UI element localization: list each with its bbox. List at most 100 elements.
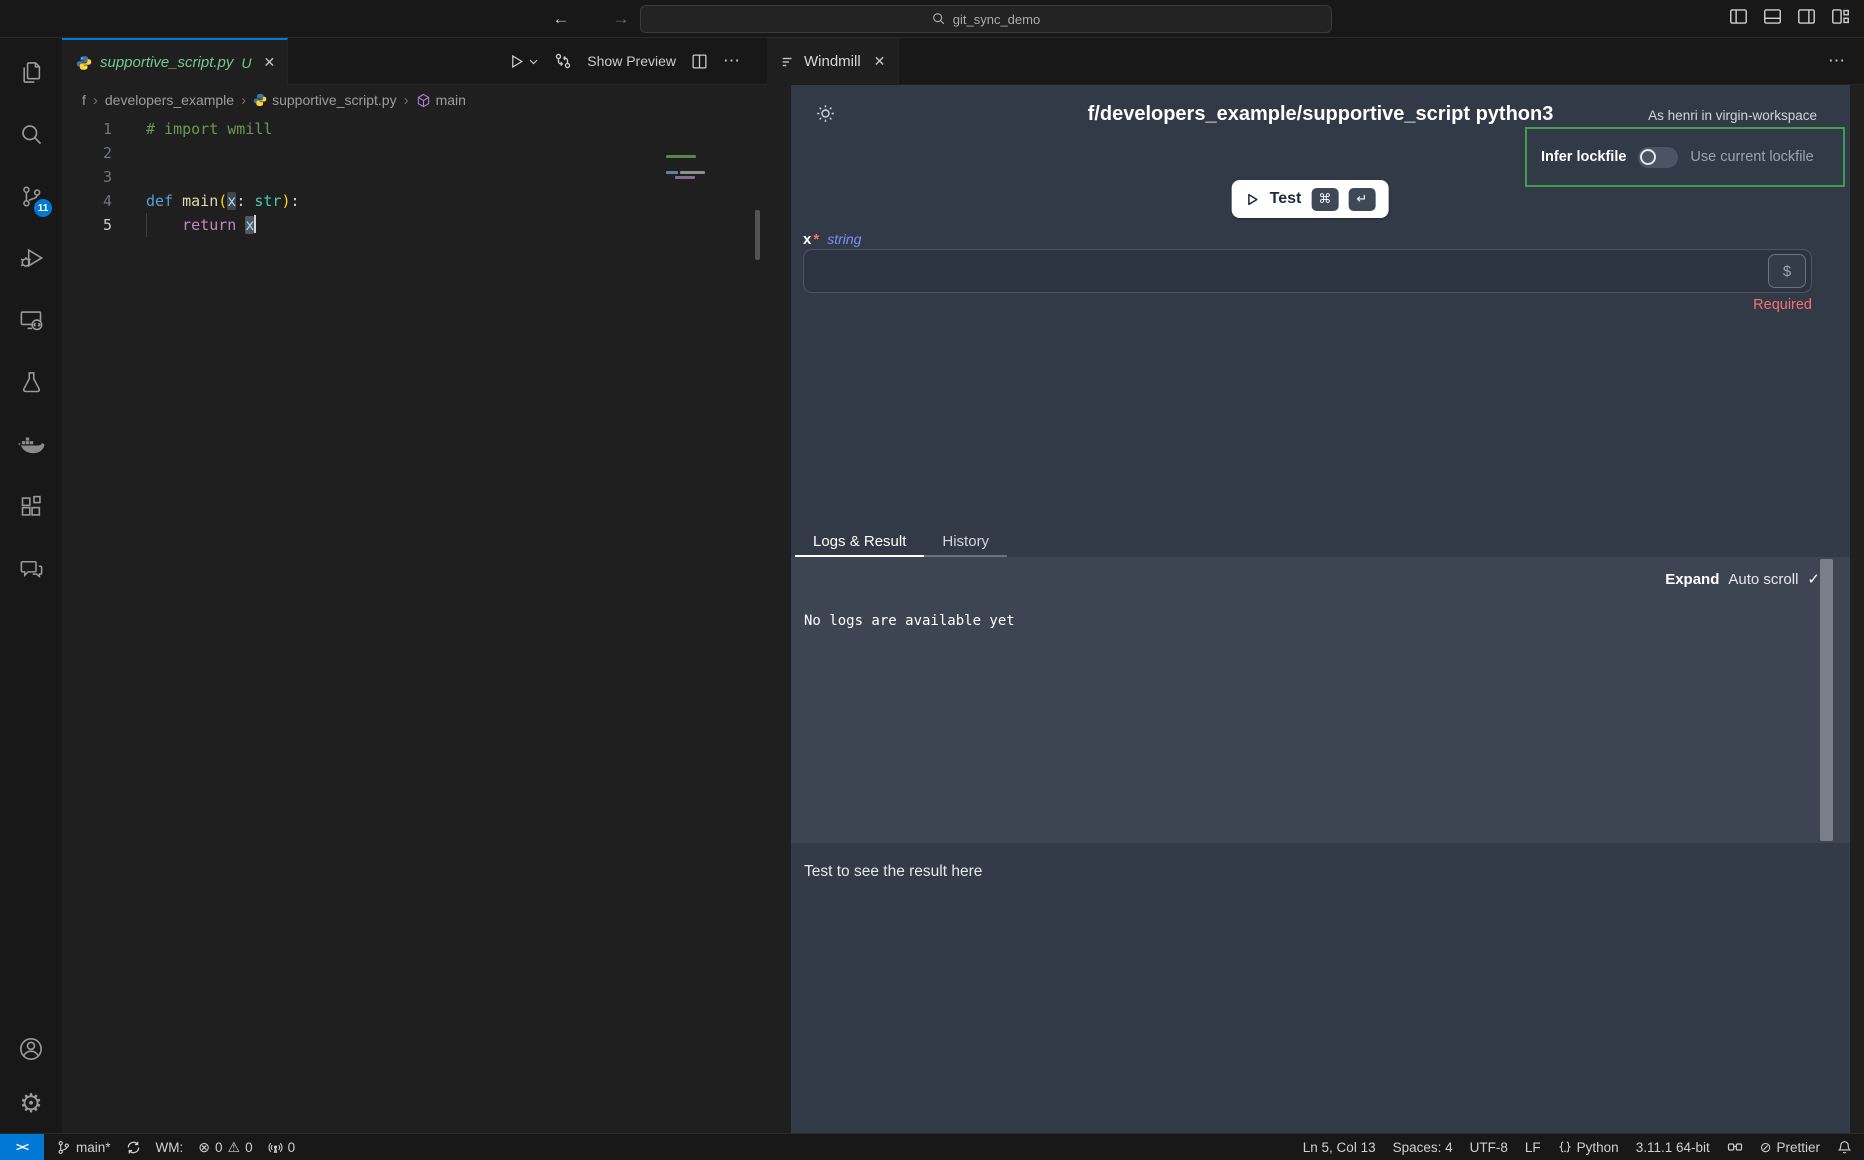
cmd-key-icon: ⌘ [1311,188,1338,211]
back-icon: ← [553,9,570,29]
error-icon: ⊗ [198,1139,210,1156]
split-editor-icon[interactable] [691,53,708,70]
argument-type: string [827,231,861,247]
windmill-tab-bar: Windmill ✕ ⋯ [765,38,1864,85]
code-line[interactable]: 4def main(x: str): [62,189,765,213]
source-control-icon[interactable]: 11 [7,172,55,220]
code-line[interactable]: 2 [62,141,765,165]
ports-item[interactable]: 0 [268,1140,296,1155]
indentation-item[interactable]: Spaces: 4 [1393,1140,1453,1155]
play-icon [1245,192,1260,207]
prettier-item[interactable]: ⊘ Prettier [1760,1139,1820,1156]
docker-icon[interactable] [7,420,55,468]
command-center-search[interactable]: git_sync_demo [640,5,1332,33]
python-file-icon [253,93,267,107]
enter-key-icon: ↵ [1348,188,1375,211]
tab-logs-result[interactable]: Logs & Result [795,527,924,557]
cursor-position-item[interactable]: Ln 5, Col 13 [1303,1140,1376,1155]
line-number: 1 [62,117,112,141]
logs-empty-message: No logs are available yet [804,613,1015,629]
tab-windmill[interactable]: Windmill ✕ [767,38,899,85]
status-bar: >< main* WM: ⊗0 ⚠0 0 Ln 5, Col 13 Spaces… [0,1133,1864,1160]
remote-explorer-icon[interactable] [7,296,55,344]
editor-tab-bar: supportive_script.py U ✕ Show Preview ⋯ [62,38,765,85]
braces-icon [1558,1140,1572,1154]
toggle-secondary-sidebar-icon[interactable] [1797,7,1816,26]
run-python-button[interactable] [508,53,539,70]
editor-more-actions-icon[interactable]: ⋯ [723,51,741,71]
breadcrumb-file[interactable]: supportive_script.py [253,92,397,108]
python-file-icon [76,55,92,71]
tab-supportive-script[interactable]: supportive_script.py U ✕ [62,38,288,85]
settings-gear-icon[interactable]: ⚙ [7,1079,55,1127]
tab-filename: supportive_script.py [100,54,233,71]
language-mode-item[interactable]: Python [1558,1140,1619,1155]
minimap[interactable] [661,149,751,319]
code-editor[interactable]: 1# import wmill234def main(x: str):5 ret… [62,115,765,1133]
toggle-panel-icon[interactable] [1763,7,1782,26]
breadcrumb-root[interactable]: f [82,92,86,108]
titlebar: ← → git_sync_demo [0,0,1864,38]
breadcrumb-separator: › [93,92,98,109]
editor-group: supportive_script.py U ✕ Show Preview ⋯ [62,38,765,1133]
account-icon[interactable] [7,1025,55,1073]
eol-item[interactable]: LF [1525,1140,1541,1155]
source-control-badge: 11 [34,199,52,217]
argument-label: x* string [803,231,861,248]
explorer-icon[interactable] [7,48,55,96]
variable-picker-button[interactable]: $ [1768,254,1806,288]
testing-icon[interactable] [7,358,55,406]
line-number: 3 [62,165,112,189]
encoding-item[interactable]: UTF-8 [1470,1140,1508,1155]
breadcrumb-folder[interactable]: developers_example [105,92,234,108]
problems-item[interactable]: ⊗0 ⚠0 [198,1139,252,1156]
breadcrumb-symbol[interactable]: main [416,92,466,108]
use-current-lockfile-label: Use current lockfile [1690,149,1813,165]
python-interpreter-item[interactable]: 3.11.1 64-bit [1636,1140,1710,1155]
run-debug-icon[interactable] [7,234,55,282]
expand-button[interactable]: Expand [1665,571,1719,588]
show-preview-button[interactable]: Show Preview [587,53,676,69]
result-placeholder: Test to see the result here [804,863,982,881]
code-lines: 1# import wmill234def main(x: str):5 ret… [62,117,765,237]
infer-lockfile-toggle[interactable] [1638,147,1678,168]
infer-lockfile-label: Infer lockfile [1541,149,1626,165]
toggle-sidebar-icon[interactable] [1729,7,1748,26]
windmill-tab-close-icon[interactable]: ✕ [874,53,886,70]
notifications-bell-icon[interactable] [1837,1140,1852,1155]
windmill-tab-label: Windmill [804,53,861,70]
logs-panel: Expand Auto scroll ✓ No logs are availab… [791,557,1850,843]
argument-x-input[interactable] [804,250,1768,292]
windmill-status-item[interactable]: WM: [156,1140,184,1155]
open-changes-icon[interactable] [554,52,572,70]
webview-scrollbar[interactable] [1820,559,1833,841]
nav-forward-button[interactable]: → [608,7,634,31]
editor-scrollbar[interactable] [755,210,760,260]
tab-close-icon[interactable]: ✕ [264,54,276,71]
feedback-icon[interactable] [1727,1139,1743,1155]
comments-icon[interactable] [7,544,55,592]
line-number: 2 [62,141,112,165]
customize-layout-icon[interactable] [1831,7,1850,26]
extensions-icon[interactable] [7,482,55,530]
git-branch-item[interactable]: main* [56,1140,111,1155]
autoscroll-label[interactable]: Auto scroll [1728,571,1798,588]
sync-icon [126,1140,141,1155]
search-sidebar-icon[interactable] [7,110,55,158]
nav-back-button[interactable]: ← [548,7,574,31]
windmill-webview: f/developers_example/supportive_script p… [791,85,1850,1133]
code-line[interactable]: 5 return x [62,213,765,237]
result-panel: Test to see the result here [791,843,1850,1133]
sync-changes-item[interactable] [126,1140,141,1155]
tab-history[interactable]: History [924,527,1007,557]
logs-result-tabs: Logs & Result History [795,527,1007,557]
code-line[interactable]: 3 [62,165,765,189]
symbol-cube-icon [416,93,431,108]
remote-indicator[interactable]: >< [0,1134,44,1160]
test-button[interactable]: Test ⌘ ↵ [1232,180,1389,218]
code-line[interactable]: 1# import wmill [62,117,765,141]
webview-list-icon [781,55,795,69]
windmill-more-actions-icon[interactable]: ⋯ [1828,51,1846,71]
windmill-panel-group: Windmill ✕ ⋯ f/developers_example/suppor… [765,38,1864,1133]
required-message: Required [1753,297,1812,313]
